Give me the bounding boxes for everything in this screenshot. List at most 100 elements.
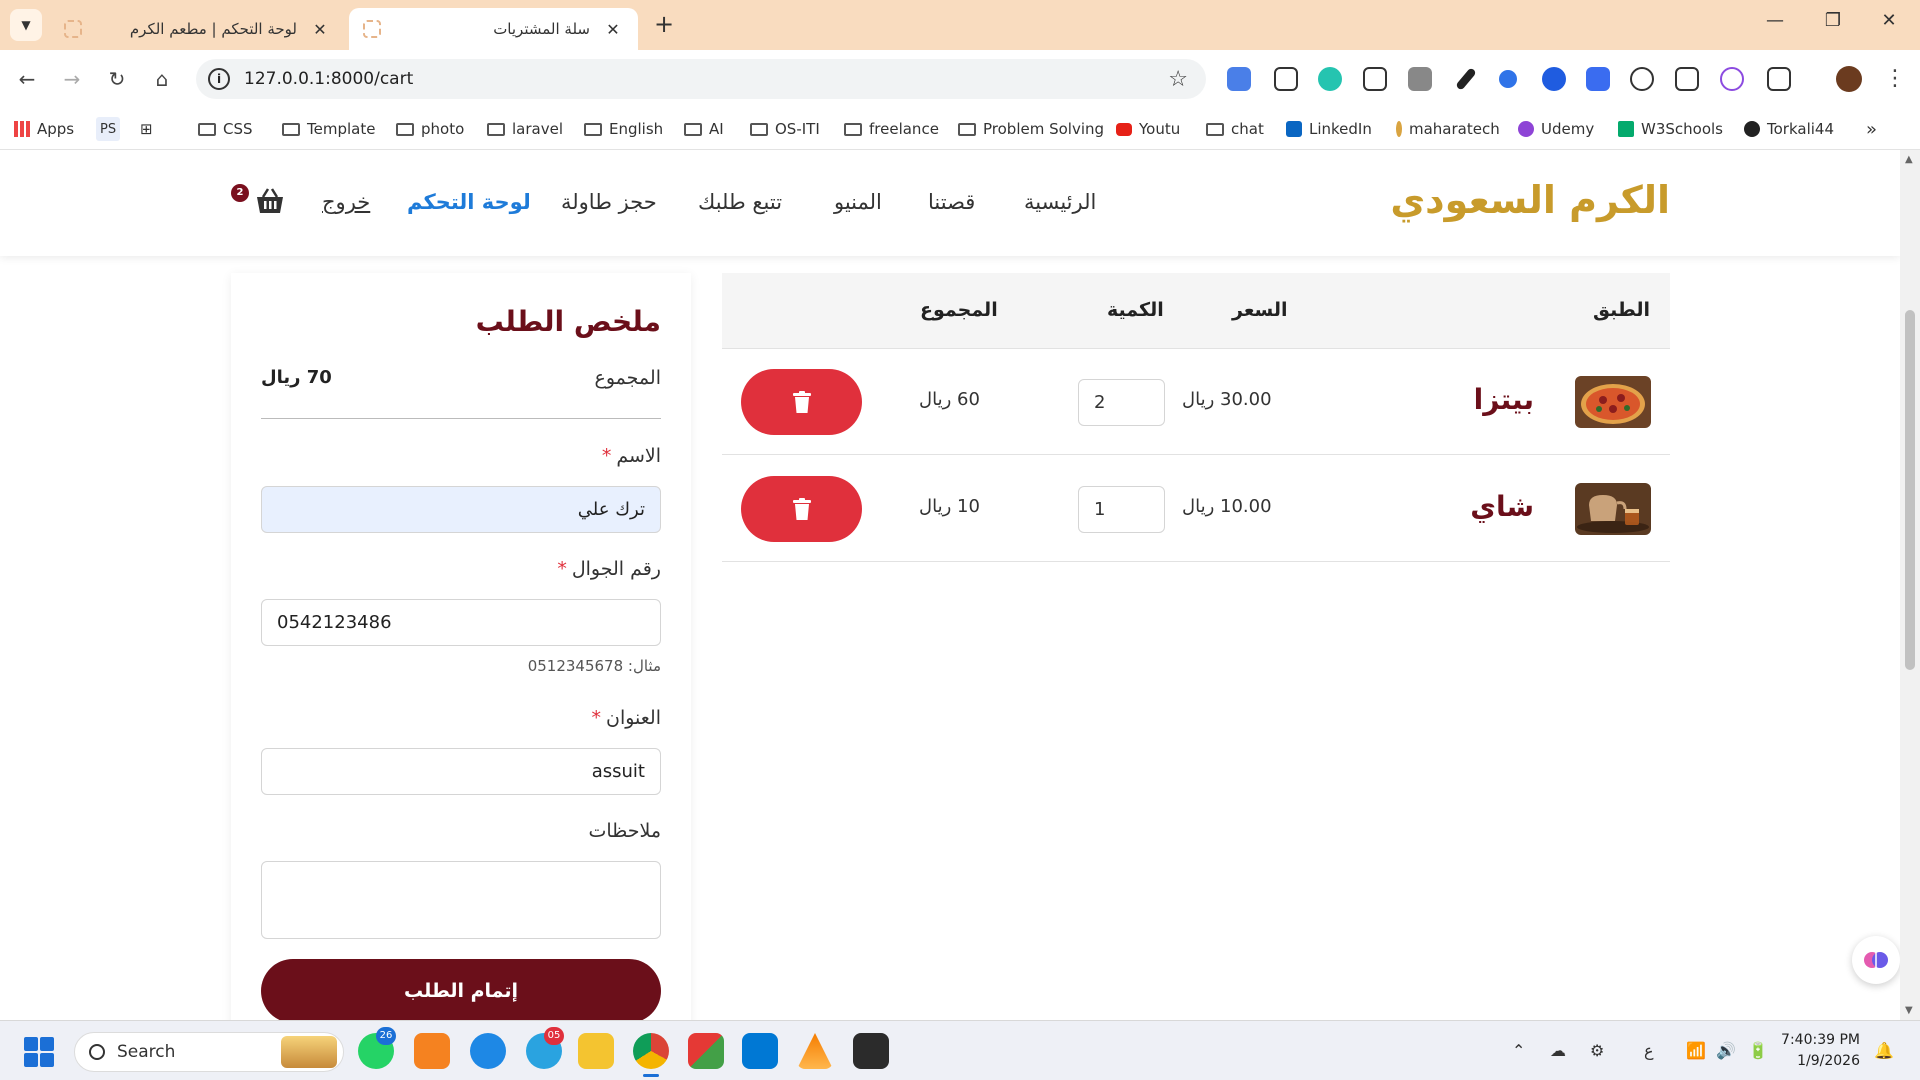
- clock-date: 1/9/2026: [1797, 1053, 1860, 1069]
- cart-basket-icon[interactable]: [254, 186, 286, 216]
- summary-divider: [261, 418, 661, 419]
- tab-search-button[interactable]: ▼: [10, 9, 42, 41]
- bookmark-template[interactable]: Template: [282, 117, 375, 141]
- reload-button[interactable]: ↻: [102, 64, 132, 94]
- more-bookmarks-icon[interactable]: »: [1866, 117, 1877, 141]
- site-info-icon[interactable]: i: [208, 68, 230, 90]
- bookmark-udemy[interactable]: Udemy: [1518, 117, 1594, 141]
- vpn-extension-icon[interactable]: [1720, 67, 1744, 91]
- forward-button[interactable]: →: [57, 64, 87, 94]
- checkout-button[interactable]: إتمام الطلب: [261, 959, 661, 1020]
- puzzle-extensions-icon[interactable]: [1767, 67, 1791, 91]
- terminal-icon[interactable]: [853, 1033, 889, 1069]
- grammarly-extension-icon[interactable]: [1318, 67, 1342, 91]
- scrollbar-thumb[interactable]: [1905, 310, 1915, 670]
- bookmark-apps[interactable]: Apps: [14, 117, 74, 141]
- bookmark-problem-solving[interactable]: Problem Solving: [958, 117, 1104, 141]
- wifi-icon[interactable]: 📶: [1686, 1041, 1706, 1060]
- brain-icon: [1864, 952, 1888, 968]
- page-scrollbar[interactable]: ▲ ▼: [1900, 150, 1920, 1020]
- tab-groups-icon[interactable]: ⊞: [140, 117, 153, 141]
- scroll-down-icon[interactable]: ▼: [1905, 1005, 1913, 1016]
- nav-menu[interactable]: المنيو: [834, 190, 882, 214]
- translate-extension-icon[interactable]: [1227, 67, 1251, 91]
- text-extension-icon[interactable]: [1363, 67, 1387, 91]
- bookmark-photo[interactable]: photo: [396, 117, 464, 141]
- bookmark-star-icon[interactable]: ☆: [1168, 67, 1188, 92]
- tab-cart[interactable]: سلة المشتريات ✕: [349, 8, 638, 50]
- taskbar-clock[interactable]: 7:40:39 PM 1/9/2026: [1780, 1030, 1860, 1072]
- restore-button[interactable]: ❐: [1818, 10, 1848, 31]
- item-total: 10 ريال: [919, 496, 980, 517]
- bookmark-chat[interactable]: chat: [1206, 117, 1264, 141]
- tray-overflow-icon[interactable]: ⌃: [1512, 1041, 1525, 1060]
- quantity-input[interactable]: [1078, 486, 1165, 533]
- settings-tray-icon[interactable]: ⚙: [1590, 1041, 1604, 1060]
- bookmark-linkedin[interactable]: LinkedIn: [1286, 117, 1372, 141]
- nav-dashboard[interactable]: لوحة التحكم: [407, 190, 531, 214]
- tab-title: لوحة التحكم | مطعم الكرم: [129, 20, 297, 38]
- assistant-widget-button[interactable]: [1852, 936, 1900, 984]
- close-window-button[interactable]: ✕: [1874, 10, 1904, 31]
- bookmark-w3schools[interactable]: W3Schools: [1618, 117, 1723, 141]
- vscode-icon[interactable]: [742, 1033, 778, 1069]
- nav-reserve-table[interactable]: حجز طاولة: [561, 190, 657, 214]
- bookmark-ps[interactable]: PS: [96, 117, 121, 141]
- address-bar[interactable]: i 127.0.0.1:8000/cart ☆: [196, 59, 1206, 99]
- address-input[interactable]: [261, 748, 661, 795]
- bookmark-laravel[interactable]: laravel: [487, 117, 563, 141]
- scroll-up-icon[interactable]: ▲: [1905, 154, 1913, 165]
- bookmark-ai[interactable]: AI: [684, 117, 724, 141]
- color-picker-extension-icon[interactable]: [1455, 67, 1477, 91]
- volume-icon[interactable]: 🔊: [1716, 1041, 1736, 1060]
- bookmark-freelance[interactable]: freelance: [844, 117, 939, 141]
- name-input[interactable]: [261, 486, 661, 533]
- nav-track-order[interactable]: تتبع طلبك: [698, 190, 782, 214]
- battery-icon[interactable]: 🔋: [1748, 1041, 1768, 1060]
- close-icon[interactable]: ✕: [602, 20, 624, 39]
- bookmark-youtube[interactable]: Youtu: [1116, 117, 1180, 141]
- tab-dashboard[interactable]: لوحة التحكم | مطعم الكرم ✕: [50, 8, 345, 50]
- camera-extension-icon[interactable]: [1408, 67, 1432, 91]
- new-tab-button[interactable]: +: [650, 10, 678, 38]
- m-extension-icon[interactable]: [1586, 67, 1610, 91]
- taskbar-search[interactable]: Search: [74, 1032, 344, 1072]
- profile-avatar[interactable]: [1836, 66, 1862, 92]
- bookmark-english[interactable]: English: [584, 117, 663, 141]
- delete-item-button[interactable]: [741, 369, 862, 435]
- bookmark-github[interactable]: Torkali44: [1744, 117, 1834, 141]
- file-explorer-icon[interactable]: [578, 1033, 614, 1069]
- winrar-icon[interactable]: [688, 1033, 724, 1069]
- chrome-icon[interactable]: [633, 1033, 669, 1077]
- nav-home[interactable]: الرئيسية: [1024, 190, 1096, 214]
- nav-story[interactable]: قصتنا: [928, 190, 975, 214]
- folder-icon: [684, 122, 702, 136]
- input-language[interactable]: ع: [1644, 1041, 1654, 1060]
- screen-cast-extension-icon[interactable]: [1274, 67, 1298, 91]
- delete-item-button[interactable]: [741, 476, 862, 542]
- site-logo[interactable]: الكرم السعودي: [1390, 178, 1670, 222]
- menu-kebab-icon[interactable]: ⋮: [1880, 64, 1910, 94]
- pause-extension-icon[interactable]: [1542, 67, 1566, 91]
- onedrive-icon[interactable]: ☁: [1550, 1041, 1566, 1060]
- vlc-icon[interactable]: [797, 1033, 833, 1069]
- draw-extension-icon[interactable]: [1675, 67, 1699, 91]
- close-icon[interactable]: ✕: [309, 20, 331, 39]
- windows-start-button[interactable]: [24, 1037, 54, 1067]
- home-button[interactable]: ⌂: [147, 64, 177, 94]
- bookmark-os-iti[interactable]: OS-ITI: [750, 117, 820, 141]
- bookmark-css[interactable]: CSS: [198, 117, 253, 141]
- search-extension-icon[interactable]: [1630, 67, 1654, 91]
- nav-logout[interactable]: خروج: [322, 190, 370, 214]
- blue-dot-extension-icon[interactable]: [1499, 70, 1517, 88]
- minimize-button[interactable]: —: [1760, 10, 1790, 31]
- xampp-icon[interactable]: [414, 1033, 450, 1069]
- url-text[interactable]: 127.0.0.1:8000/cart: [244, 69, 1168, 89]
- back-button[interactable]: ←: [12, 64, 42, 94]
- notifications-icon[interactable]: 🔔: [1874, 1041, 1894, 1060]
- quantity-input[interactable]: [1078, 379, 1165, 426]
- bookmark-maharatech[interactable]: maharatech: [1396, 117, 1500, 141]
- phone-input[interactable]: [261, 599, 661, 646]
- notes-textarea[interactable]: [261, 861, 661, 939]
- edge-icon[interactable]: [470, 1033, 506, 1069]
